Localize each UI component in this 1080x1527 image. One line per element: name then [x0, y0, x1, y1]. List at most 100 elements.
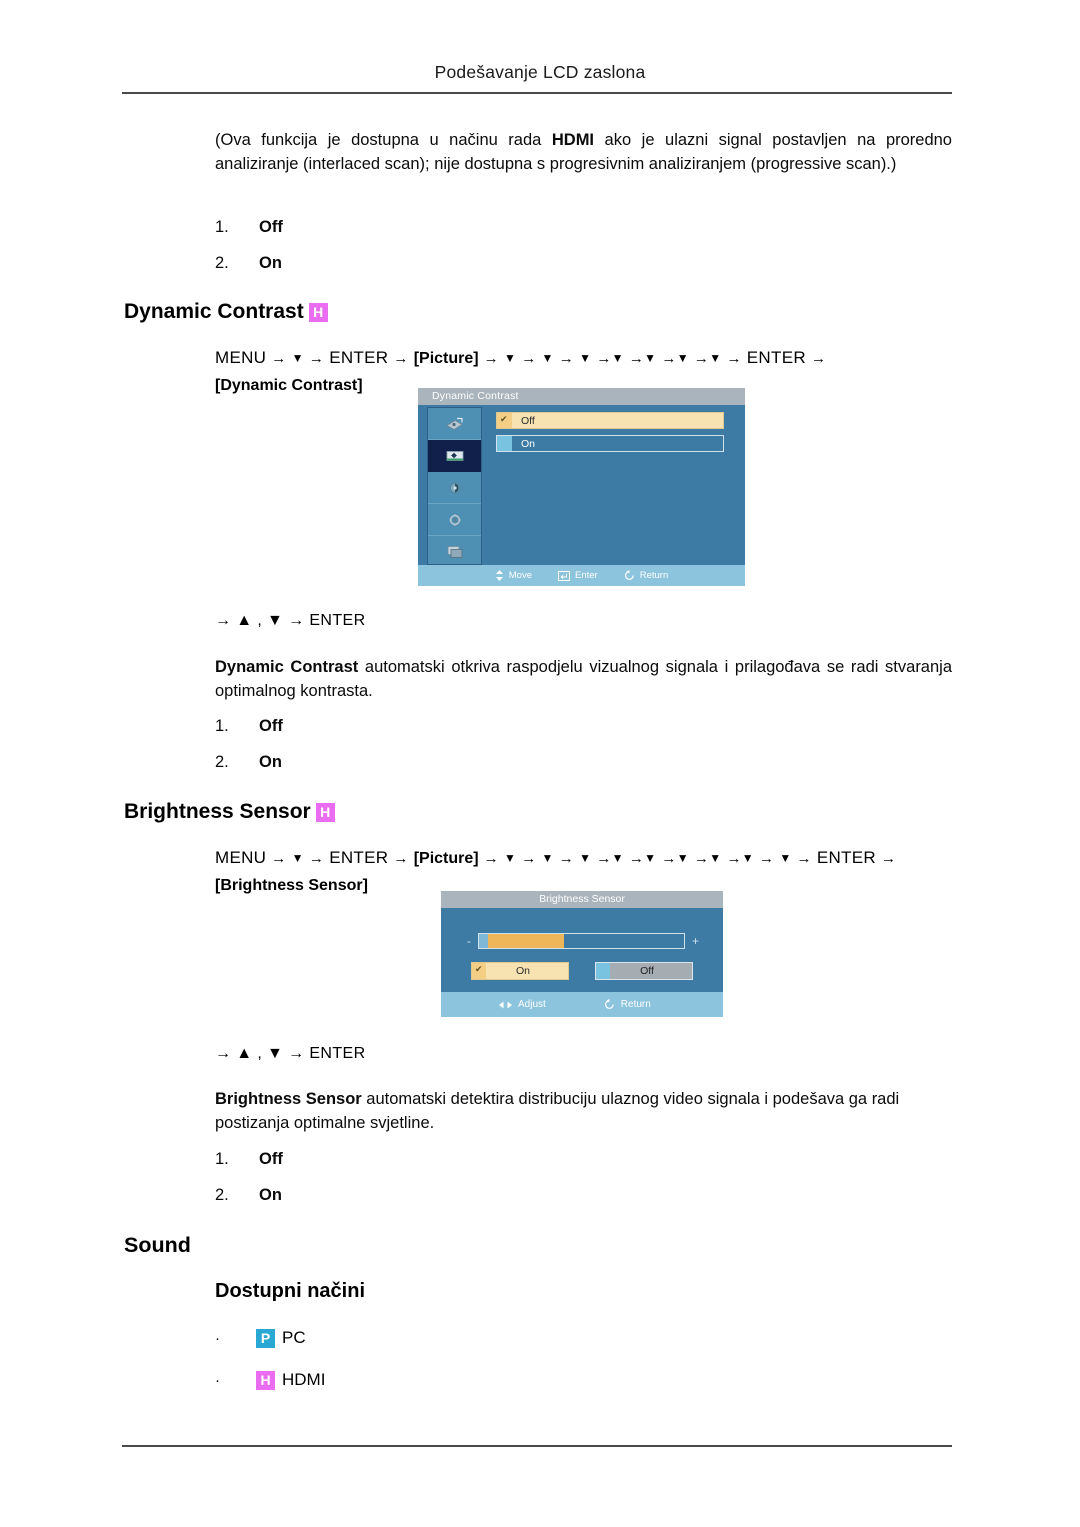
osd-sidebar-item-picture[interactable]	[428, 440, 481, 472]
brightness-slider[interactable]	[478, 933, 685, 949]
list-item-label: On	[259, 1186, 282, 1204]
list-item: 1. Off	[215, 1150, 615, 1169]
list-item-number: 2.	[215, 1186, 229, 1204]
osd-sidebar	[427, 407, 482, 565]
slider-handle[interactable]	[479, 934, 488, 948]
list-item: 1. Off	[215, 717, 615, 736]
down-arrow-icon: ▼	[611, 351, 624, 365]
option-selected-tab: ✔	[472, 963, 486, 979]
osd-footer-return: Return	[604, 999, 651, 1010]
osd-sidebar-item-setup[interactable]	[428, 504, 481, 536]
down-arrow-icon: ▼	[741, 851, 754, 865]
arrow-icon: →	[308, 350, 325, 367]
osd-footer-label: Move	[508, 570, 532, 581]
osd-footer-adjust: Adjust	[499, 999, 546, 1010]
arrow-icon: →	[521, 850, 537, 867]
down-arrow-icon: ▼	[503, 351, 517, 365]
list-item-number: 2.	[215, 254, 229, 272]
osd-sidebar-item-multi-control[interactable]	[428, 536, 481, 567]
down-arrow-icon: ▼	[579, 351, 592, 365]
option-tab	[596, 963, 610, 979]
intro-paragraph: (Ova funkcija je dostupna u načinu rada …	[215, 128, 952, 176]
option-tab	[497, 436, 512, 451]
arrow-icon: →	[596, 850, 612, 867]
arrow-icon: →	[393, 850, 409, 867]
header-divider	[122, 92, 952, 94]
bullet-icon: ·	[215, 1371, 220, 1389]
available-modes-list: · P PC · H HDMI	[215, 1328, 325, 1412]
osd-slider-row: - +	[467, 933, 699, 949]
enter-label: ENTER	[816, 848, 877, 867]
menu-item-picture: [Picture]	[413, 850, 479, 867]
list-item: 1. Off	[215, 218, 615, 237]
down-arrow-icon: ▼	[611, 851, 624, 865]
arrow-icon: →	[810, 350, 827, 367]
osd-button-row: ✔ On Off	[471, 962, 693, 980]
list-item-number: 1.	[215, 218, 229, 236]
sound-icon	[449, 482, 460, 493]
menu-item-target: [Dynamic Contrast]	[215, 376, 363, 394]
down-arrow-icon: ▼	[676, 351, 689, 365]
arrow-icon: →	[308, 850, 325, 867]
menu-label: MENU	[215, 848, 267, 867]
pc-badge-icon: P	[256, 1328, 275, 1348]
enter-label: ENTER	[329, 348, 389, 367]
brightness-sensor-option-list: 1. Off 2. On	[215, 1150, 615, 1222]
menu-item-picture: [Picture]	[413, 350, 479, 367]
down-arrow-icon: ▼	[644, 851, 657, 865]
description-term: Dynamic Contrast	[215, 658, 359, 676]
arrow-icon: →	[661, 850, 677, 867]
dynamic-contrast-option-list: 1. Off 2. On	[215, 717, 615, 789]
osd-body: - + ✔ On Off	[441, 908, 723, 992]
footer-divider	[122, 1445, 952, 1447]
arrow-icon: →	[483, 350, 499, 367]
arrow-icon: →	[628, 850, 645, 867]
list-item-label: On	[259, 753, 282, 771]
arrow-icon: →	[726, 850, 742, 867]
list-item-label: Off	[259, 717, 283, 735]
osd-button-off[interactable]: Off	[595, 962, 693, 980]
list-item: 2. On	[215, 254, 615, 273]
intro-paragraph-pre: (Ova funkcija je dostupna u načinu rada	[215, 131, 552, 149]
down-arrow-icon: ▼	[709, 351, 722, 365]
osd-option-on[interactable]: On	[496, 435, 724, 452]
input-source-icon	[445, 417, 463, 430]
osd-footer-label: Enter	[575, 570, 598, 581]
osd-footer-return: Return	[624, 570, 668, 581]
leftright-arrow-icon	[499, 1001, 512, 1008]
heading-available-modes: Dostupni načini	[215, 1280, 365, 1302]
option-selected-tab: ✔	[497, 413, 512, 428]
enter-label: ENTER	[329, 848, 389, 867]
down-arrow-icon: ▼	[291, 351, 304, 365]
osd-dynamic-contrast: Dynamic Contrast ✔ Off On Move Enter Ret…	[418, 388, 745, 586]
description-dynamic-contrast: Dynamic Contrast automatski otkriva rasp…	[215, 655, 952, 703]
setup-gear-icon	[448, 513, 461, 526]
osd-footer-label: Return	[620, 999, 651, 1010]
osd-option-label: Off	[521, 414, 535, 427]
bullet-icon: ·	[215, 1329, 220, 1347]
arrow-icon: →	[558, 350, 575, 367]
list-item-number: 1.	[215, 717, 229, 735]
osd-option-off[interactable]: ✔ Off	[496, 412, 724, 429]
osd-sidebar-item-input-source[interactable]	[428, 408, 481, 440]
check-icon: ✔	[475, 964, 483, 974]
osd-footer: Adjust Return	[441, 992, 723, 1017]
arrow-icon: →	[628, 350, 645, 367]
return-arrow-icon	[604, 999, 614, 1009]
osd-title: Dynamic Contrast	[418, 388, 745, 405]
osd-footer-enter: Enter	[558, 570, 598, 581]
slider-fill	[488, 934, 564, 948]
arrow-line-brightness-sensor: → ▲ , ▼ → ENTER	[215, 1045, 366, 1062]
down-arrow-icon: ▼	[709, 851, 722, 865]
osd-option-label: On	[521, 437, 536, 450]
arrow-icon: →	[758, 850, 775, 867]
osd-option-list: ✔ Off On	[496, 412, 724, 458]
osd-footer-label: Adjust	[518, 999, 546, 1010]
osd-button-on[interactable]: ✔ On	[471, 962, 569, 980]
list-item-hdmi-mode: · H HDMI	[215, 1370, 325, 1390]
heading-dynamic-contrast-text: Dynamic Contrast	[124, 300, 304, 323]
hdmi-badge-icon: H	[315, 803, 335, 822]
mode-label: HDMI	[282, 1370, 326, 1389]
osd-sidebar-item-sound[interactable]	[428, 472, 481, 504]
down-arrow-icon: ▼	[291, 851, 304, 865]
